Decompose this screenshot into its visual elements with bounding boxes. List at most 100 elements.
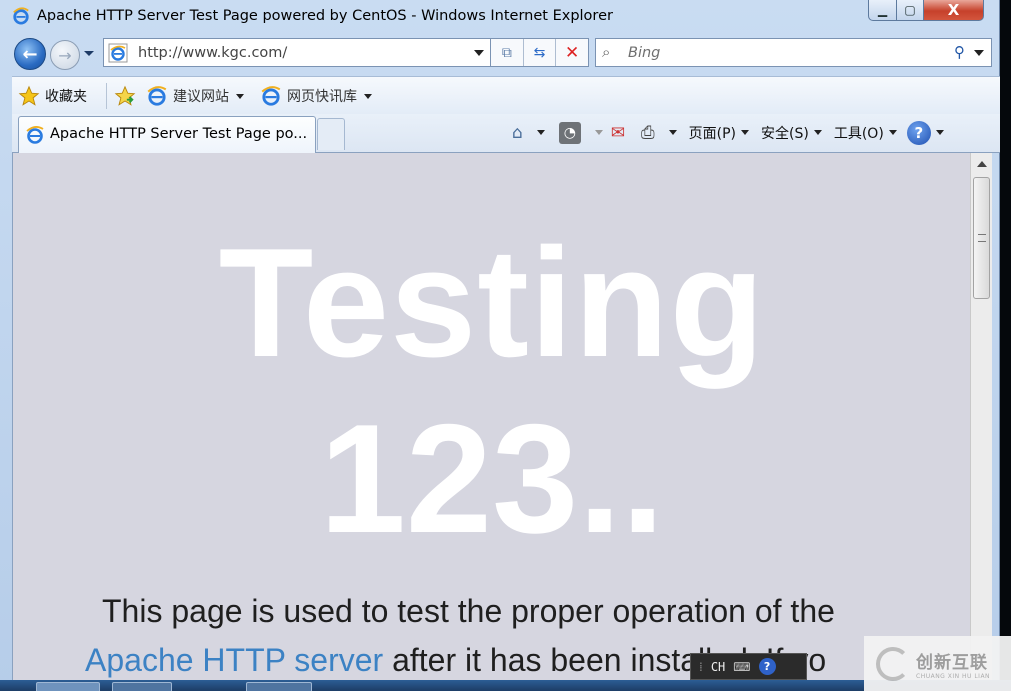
address-dropdown-icon[interactable]	[474, 50, 484, 56]
address-text[interactable]: http://www.kgc.com/	[138, 45, 287, 61]
brand-logo-icon	[876, 646, 910, 681]
refresh-icon: ⇆	[533, 44, 546, 61]
page-menu-label: 页面(P)	[688, 125, 737, 142]
stop-icon: ✕	[565, 42, 580, 63]
taskbar-button-window[interactable]	[246, 682, 312, 691]
grip-icon	[978, 234, 986, 242]
apache-http-server-link[interactable]: Apache HTTP server	[85, 642, 383, 678]
page-content: Testing 123.. This page is used to test …	[12, 153, 970, 691]
web-slice-gallery-label: 网页快讯库	[287, 89, 357, 105]
close-button[interactable]: X	[924, 0, 984, 21]
title-bar: Apache HTTP Server Test Page powered by …	[0, 0, 1000, 34]
background-window-edge	[1000, 0, 1011, 691]
maximize-button[interactable]: ▢	[897, 0, 924, 21]
search-go-icon[interactable]: ⚲	[954, 43, 965, 61]
ime-grip-icon: ⁞	[699, 659, 703, 674]
scroll-up-icon[interactable]	[977, 161, 987, 167]
ie-suggested-icon	[147, 86, 167, 106]
web-slice-gallery-button[interactable]: 网页快讯库	[260, 85, 372, 107]
help-icon: ?	[906, 120, 931, 145]
bing-search-icon: ⌕	[602, 43, 611, 61]
forward-button[interactable]: →	[50, 40, 80, 70]
new-tab-button[interactable]	[317, 118, 345, 150]
keyboard-icon[interactable]: ⌨	[733, 660, 750, 674]
scroll-thumb[interactable]	[973, 177, 990, 299]
minimize-icon: ▁	[877, 3, 888, 17]
add-favorite-star-icon	[114, 85, 136, 106]
help-button[interactable]: ?	[903, 114, 948, 151]
home-button[interactable]: ⌂	[508, 114, 549, 151]
brand-text: 创新互联 CHUANG XIN HU LIAN	[916, 648, 990, 680]
favorites-star-icon	[18, 85, 40, 106]
ime-language-bar[interactable]: ⁞ CH ⌨ ?	[690, 653, 807, 680]
ie-tab-icon	[26, 126, 44, 144]
ie-web-slice-icon	[261, 86, 281, 106]
maximize-icon: ▢	[904, 3, 916, 17]
suggested-sites-label: 建议网站	[173, 89, 229, 105]
refresh-button[interactable]: ⇆	[522, 39, 556, 66]
ie-page-icon	[108, 43, 128, 63]
tools-menu[interactable]: 工具(O)	[830, 114, 901, 151]
brand-watermark: 创新互联 CHUANG XIN HU LIAN	[864, 636, 1011, 691]
page-menu[interactable]: 页面(P)	[685, 114, 753, 151]
window-title: Apache HTTP Server Test Page powered by …	[37, 8, 613, 24]
chevron-down-icon	[741, 130, 750, 135]
chevron-down-icon	[888, 130, 897, 135]
vertical-scrollbar[interactable]	[970, 153, 992, 691]
chevron-down-icon	[236, 93, 244, 99]
intro-line-2: Apache HTTP server after it has been ins…	[85, 636, 945, 685]
tab-apache-test-page[interactable]: Apache HTTP Server Test Page po...	[18, 116, 316, 153]
mail-icon: ✉	[610, 122, 626, 143]
window-controls: ▁ ▢ X	[868, 0, 984, 22]
feeds-button[interactable]: ◔	[555, 114, 607, 151]
safety-menu[interactable]: 安全(S)	[757, 114, 826, 151]
rss-feed-icon: ◔	[558, 121, 581, 144]
address-buttons: ⧉ ⇆ ✕	[491, 38, 589, 67]
intro-paragraph: This page is used to test the proper ope…	[85, 587, 945, 685]
minimize-button[interactable]: ▁	[868, 0, 897, 21]
taskbar-button-ie[interactable]	[36, 682, 100, 691]
forward-arrow-icon: →	[58, 45, 72, 65]
ime-help-icon[interactable]: ?	[758, 658, 776, 675]
testing-number-heading: 123..	[319, 392, 665, 565]
home-icon: ⌂	[512, 122, 523, 143]
taskbar	[0, 680, 1011, 691]
printer-icon: ⎙	[641, 122, 655, 143]
intro-line-1: This page is used to test the proper ope…	[102, 593, 835, 629]
favorites-button[interactable]: 收藏夹	[18, 85, 87, 107]
command-bar: ⌂ ◔ ✉ ⎙ 页面(P) 安全(S) 工具(O) ?	[508, 114, 948, 151]
chevron-down-icon[interactable]	[536, 130, 545, 135]
favorites-bar: 收藏夹 建议网站 网页快讯库	[12, 76, 1000, 114]
read-mail-button[interactable]: ✉	[607, 114, 629, 151]
chevron-down-icon	[364, 93, 372, 99]
print-button[interactable]: ⎙	[637, 114, 681, 151]
close-icon: X	[947, 1, 960, 19]
navigation-bar: ← → http://www.kgc.com/ ⧉ ⇆ ✕ ⌕ Bing ⚲	[0, 34, 1000, 72]
recent-pages-dropdown[interactable]	[84, 51, 94, 56]
ie-window: Apache HTTP Server Test Page powered by …	[0, 0, 1000, 691]
tab-label: Apache HTTP Server Test Page po...	[50, 126, 308, 142]
chevron-down-icon[interactable]	[594, 130, 603, 135]
chevron-down-icon[interactable]	[668, 130, 677, 135]
brand-name-en: CHUANG XIN HU LIAN	[916, 672, 991, 680]
chevron-down-icon	[813, 130, 822, 135]
ie-logo-icon	[13, 7, 29, 25]
testing-heading: Testing	[218, 216, 766, 389]
favorites-separator	[106, 83, 107, 109]
search-placeholder[interactable]: Bing	[628, 45, 660, 61]
search-options-dropdown[interactable]	[974, 50, 984, 56]
brand-name-cn: 创新互联	[916, 652, 988, 673]
stop-button[interactable]: ✕	[555, 39, 588, 66]
taskbar-button-explorer[interactable]	[112, 682, 172, 691]
chevron-down-icon	[935, 130, 944, 135]
suggested-sites-button[interactable]: 建议网站	[146, 85, 244, 107]
tools-menu-label: 工具(O)	[833, 125, 884, 142]
add-to-favorites-bar-button[interactable]	[114, 85, 136, 107]
address-bar[interactable]: http://www.kgc.com/	[103, 38, 491, 67]
back-arrow-icon: ←	[22, 43, 38, 65]
search-box[interactable]: ⌕ Bing ⚲	[595, 38, 992, 67]
safety-menu-label: 安全(S)	[761, 125, 809, 142]
compatibility-view-button[interactable]: ⧉	[491, 39, 523, 66]
ime-language-label[interactable]: CH	[711, 660, 725, 674]
back-button[interactable]: ←	[14, 38, 46, 70]
